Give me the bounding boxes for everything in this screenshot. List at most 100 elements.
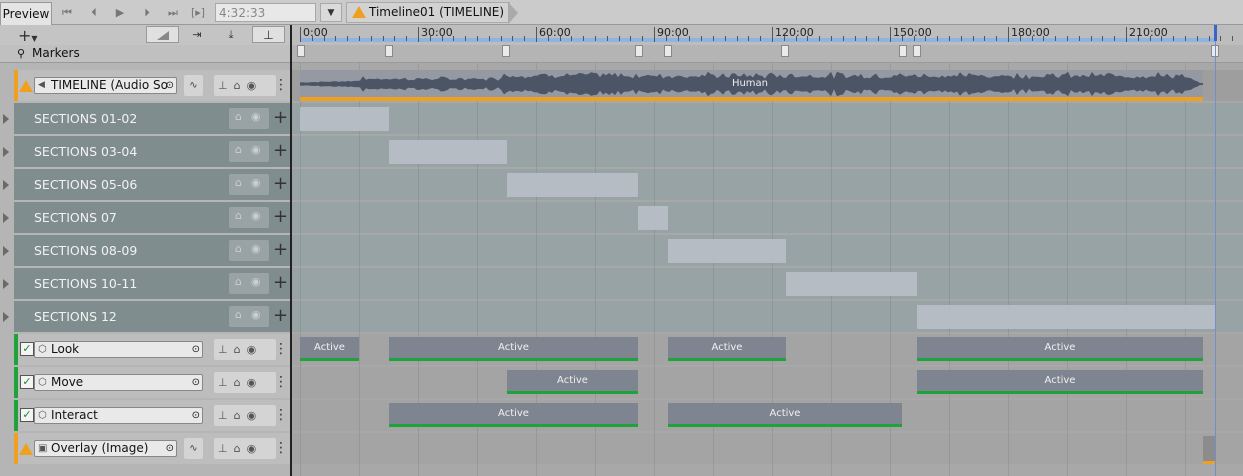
lock-icon[interactable]: ⌂ — [234, 343, 247, 356]
play-icon[interactable]: ▶ — [109, 4, 131, 22]
section-clip[interactable] — [917, 305, 1215, 329]
section-clip[interactable] — [786, 272, 917, 296]
eye-icon[interactable]: ◉ — [251, 110, 261, 123]
pin-icon[interactable]: ⊥ — [218, 409, 234, 422]
expand-arrow-icon[interactable] — [3, 246, 9, 256]
eye-icon[interactable]: ◉ — [247, 343, 263, 356]
section-track-header[interactable]: SECTIONS 07 ⌂ ◉ + — [14, 202, 290, 233]
curves-icon[interactable]: ∿ — [184, 75, 203, 96]
preview-tab[interactable]: Preview — [0, 2, 52, 25]
object-field[interactable]: ⬡ Move ⊙ — [34, 374, 203, 391]
pin-icon[interactable]: ⊥ — [218, 343, 234, 356]
expand-arrow-icon[interactable] — [3, 114, 9, 124]
activation-clip[interactable]: Active — [917, 337, 1203, 361]
section-track-header[interactable]: SECTIONS 10-11 ⌂ ◉ + — [14, 268, 290, 299]
add-icon[interactable]: + — [273, 102, 288, 133]
more-icon[interactable]: ⋮ — [274, 70, 288, 101]
audio-source-field[interactable]: ◀ TIMELINE (Audio So ⊙ — [34, 77, 177, 94]
lock-icon[interactable]: ⌂ — [235, 308, 242, 321]
lock-icon[interactable]: ⌂ — [235, 275, 242, 288]
eye-icon[interactable]: ◉ — [251, 176, 261, 189]
play-range-icon[interactable]: [▸] — [187, 4, 209, 22]
breadcrumb[interactable]: Timeline01 (TIMELINE) — [346, 2, 510, 23]
active-checkbox[interactable]: ✓ — [20, 342, 34, 356]
add-icon[interactable]: + — [273, 234, 288, 265]
eye-icon[interactable]: ◉ — [251, 209, 261, 222]
expand-arrow-icon[interactable] — [3, 147, 9, 157]
target-icon[interactable]: ⊙ — [166, 78, 174, 93]
section-track-header[interactable]: SECTIONS 01-02 ⌂ ◉ + — [14, 103, 290, 134]
activation-clip[interactable]: Active — [300, 337, 359, 361]
marker[interactable] — [385, 45, 393, 57]
ripple-mode-icon[interactable]: ⇥ — [184, 26, 210, 43]
lock-icon[interactable]: ⌂ — [235, 143, 242, 156]
go-to-last-frame-icon[interactable]: ⏭ — [162, 4, 184, 22]
target-icon[interactable]: ⊙ — [166, 441, 174, 456]
add-icon[interactable]: + — [273, 135, 288, 166]
next-frame-icon[interactable]: ⏵ — [136, 4, 158, 22]
lock-icon[interactable]: ⌂ — [234, 376, 247, 389]
lock-icon[interactable]: ⌂ — [235, 242, 242, 255]
lock-icon[interactable]: ⌂ — [234, 79, 247, 92]
section-clip[interactable] — [507, 173, 638, 197]
activation-track-header[interactable]: ✓ ⬡ Move ⊙ ⊥⌂◉ ⋮ — [14, 367, 290, 398]
pin-icon[interactable]: ⊥ — [218, 442, 234, 455]
activation-clip[interactable]: Active — [668, 337, 786, 361]
go-to-first-frame-icon[interactable]: ⏮ — [56, 4, 78, 22]
object-field[interactable]: ⬡ Look ⊙ — [34, 341, 203, 358]
lock-icon[interactable]: ⌂ — [235, 176, 242, 189]
eye-icon[interactable]: ◉ — [247, 409, 263, 422]
section-track-header[interactable]: SECTIONS 08-09 ⌂ ◉ + — [14, 235, 290, 266]
add-icon[interactable]: + — [273, 201, 288, 232]
eye-icon[interactable]: ◉ — [251, 143, 261, 156]
pin-icon[interactable]: ⊥ — [218, 79, 234, 92]
marker[interactable] — [899, 45, 907, 57]
marker[interactable] — [502, 45, 510, 57]
more-icon[interactable]: ⋮ — [274, 334, 288, 365]
activation-clip[interactable]: Active — [507, 370, 638, 394]
marker[interactable] — [297, 45, 305, 57]
marker[interactable] — [664, 45, 672, 57]
marker[interactable] — [913, 45, 921, 57]
expand-arrow-icon[interactable] — [3, 213, 9, 223]
object-field[interactable]: ⬡ Interact ⊙ — [34, 407, 203, 424]
section-clip[interactable] — [300, 107, 389, 131]
overlay-track-header[interactable]: ▣ Overlay (Image) ⊙ ∿ ⊥⌂◉ ⋮ — [14, 433, 290, 464]
previous-frame-icon[interactable]: ⏴ — [83, 4, 105, 22]
section-clip[interactable] — [668, 239, 786, 263]
active-checkbox[interactable]: ✓ — [20, 375, 34, 389]
section-track-header[interactable]: SECTIONS 12 ⌂ ◉ + — [14, 301, 290, 332]
add-icon[interactable]: + — [273, 168, 288, 199]
eye-icon[interactable]: ◉ — [247, 442, 263, 455]
eye-icon[interactable]: ◉ — [247, 376, 263, 389]
target-icon[interactable]: ⊙ — [192, 342, 200, 357]
activation-clip[interactable]: Active — [917, 370, 1203, 394]
section-clip[interactable] — [638, 206, 668, 230]
activation-track-header[interactable]: ✓ ⬡ Look ⊙ ⊥⌂◉ ⋮ — [14, 334, 290, 365]
lock-icon[interactable]: ⌂ — [235, 110, 242, 123]
section-track-header[interactable]: SECTIONS 03-04 ⌂ ◉ + — [14, 136, 290, 167]
eye-icon[interactable]: ◉ — [251, 275, 261, 288]
eye-icon[interactable]: ◉ — [247, 79, 263, 92]
add-icon[interactable]: + — [273, 267, 288, 298]
header-divider[interactable] — [290, 25, 292, 476]
activation-clip[interactable]: Active — [389, 337, 638, 361]
markers-track-header[interactable]: ⚲ Markers — [0, 45, 290, 63]
section-clip[interactable] — [389, 140, 507, 164]
expand-arrow-icon[interactable] — [3, 312, 9, 322]
pin-icon[interactable]: ⊥ — [252, 26, 285, 43]
activation-track-header[interactable]: ✓ ⬡ Interact ⊙ ⊥⌂◉ ⋮ — [14, 400, 290, 431]
overlay-clip[interactable] — [1203, 436, 1215, 464]
more-icon[interactable]: ⋮ — [274, 433, 288, 464]
lock-icon[interactable]: ⌂ — [235, 209, 242, 222]
curves-icon[interactable]: ∿ — [184, 438, 203, 459]
audio-track-header[interactable]: ◀ TIMELINE (Audio So ⊙ ∿ ⊥⌂◉ ⋮ — [14, 70, 290, 101]
add-track-button[interactable]: +▼ — [18, 26, 38, 45]
activation-clip[interactable]: Active — [668, 403, 902, 427]
more-icon[interactable]: ⋮ — [274, 400, 288, 431]
more-icon[interactable]: ⋮ — [274, 367, 288, 398]
section-track-header[interactable]: SECTIONS 05-06 ⌂ ◉ + — [14, 169, 290, 200]
add-icon[interactable]: + — [273, 300, 288, 331]
playhead[interactable] — [1214, 25, 1217, 41]
eye-icon[interactable]: ◉ — [251, 242, 261, 255]
